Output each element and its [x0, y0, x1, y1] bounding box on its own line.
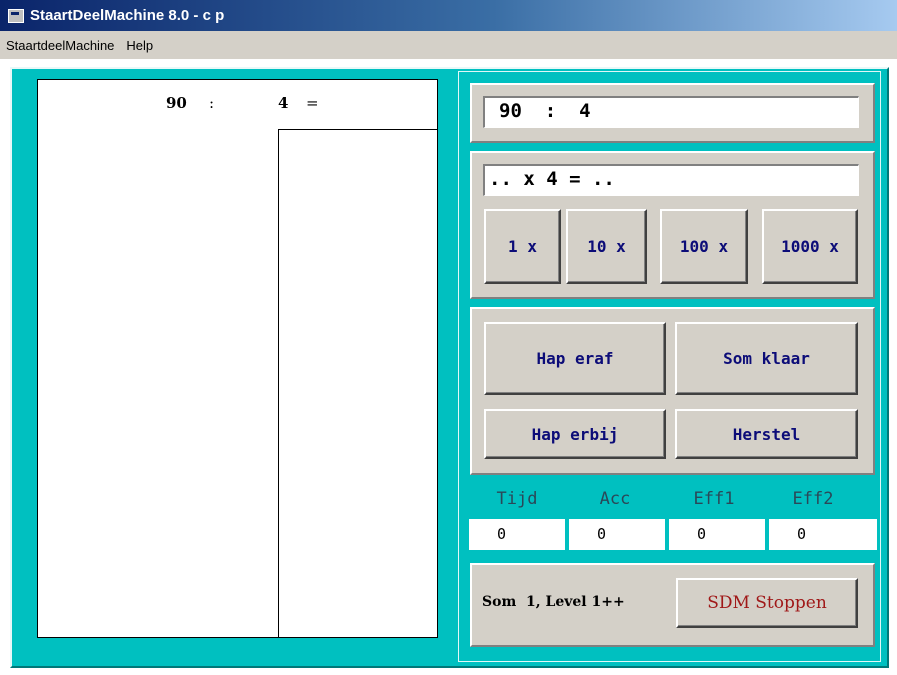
multiplier-1x-button[interactable]: 1 x [484, 209, 561, 284]
multiplier-10x-button[interactable]: 10 x [566, 209, 647, 284]
division-bar-vertical [278, 129, 279, 637]
menu-bar: StaartdeelMachine Help [0, 31, 897, 59]
divisor-text: 4 [278, 94, 289, 112]
som-klaar-button[interactable]: Som klaar [675, 322, 858, 395]
stat-label-tijd: Tijd [496, 489, 538, 509]
window-title: StaartDeelMachine 8.0 - c p [30, 7, 225, 24]
title-bar[interactable]: StaartDeelMachine 8.0 - c p [0, 0, 897, 31]
stat-value-eff1: 0 [669, 519, 765, 550]
stat-value-tijd: 0 [469, 519, 565, 550]
division-work-area[interactable]: 90 : 4 = [37, 79, 438, 638]
stat-value-eff2: 0 [769, 519, 877, 550]
hap-eraf-button[interactable]: Hap eraf [484, 322, 666, 395]
menu-help[interactable]: Help [120, 38, 159, 53]
stat-label-eff2: Eff2 [792, 489, 834, 509]
division-bar-horizontal [278, 129, 437, 130]
stat-value-acc: 0 [569, 519, 665, 550]
multiplier-100x-button[interactable]: 100 x [660, 209, 748, 284]
herstel-button[interactable]: Herstel [675, 409, 858, 459]
equals-text: = [306, 94, 319, 112]
multiply-display: .. x 4 = .. [483, 164, 859, 196]
app-icon[interactable] [8, 8, 24, 23]
level-status-text: Som 1, Level 1++ [482, 594, 625, 610]
colon-text: : [209, 94, 215, 112]
sdm-stoppen-button[interactable]: SDM Stoppen [676, 578, 858, 628]
stat-label-eff1: Eff1 [693, 489, 735, 509]
menu-staartdeelmachine[interactable]: StaartdeelMachine [0, 38, 120, 53]
dividend-text: 90 [166, 94, 187, 112]
multiplier-1000x-button[interactable]: 1000 x [762, 209, 858, 284]
stat-label-acc: Acc [599, 489, 631, 509]
sum-display: 90 : 4 [483, 96, 859, 128]
hap-erbij-button[interactable]: Hap erbij [484, 409, 666, 459]
